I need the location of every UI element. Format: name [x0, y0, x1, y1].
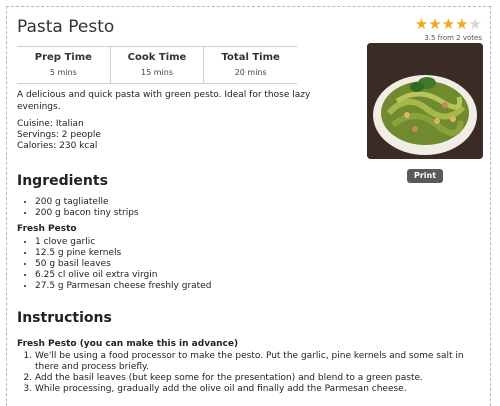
- star-icon[interactable]: ★: [442, 15, 455, 33]
- instruction-step: We'll be using a food processor to make …: [35, 351, 485, 373]
- time-value: 15 mins: [141, 68, 173, 77]
- pesto-ingredients-list: 1 clove garlic 12.5 g pine kernels 50 g …: [17, 237, 211, 292]
- recipe-card: Pasta Pesto ★★★★★ 3.5 from 2 votes Prep …: [6, 6, 491, 406]
- rating[interactable]: ★★★★★ 3.5 from 2 votes: [415, 17, 482, 43]
- ingredients-heading: Ingredients: [17, 173, 108, 189]
- ingredient-item: 12.5 g pine kernels: [35, 248, 211, 259]
- time-label: Cook Time: [127, 52, 187, 63]
- instructions-heading: Instructions: [17, 310, 112, 326]
- servings: Servings: 2 people: [17, 130, 101, 140]
- rating-stars[interactable]: ★★★★★: [415, 17, 482, 32]
- calories: Calories: 230 kcal: [17, 141, 98, 151]
- pesto-group-title: Fresh Pesto: [17, 224, 77, 234]
- star-half-icon[interactable]: ★: [455, 15, 468, 33]
- ingredient-item: 200 g tagliatelle: [35, 197, 139, 208]
- instructions-list: We'll be using a food processor to make …: [17, 351, 485, 395]
- rating-summary: 3.5 from 2 votes: [424, 34, 482, 42]
- star-empty-icon[interactable]: ★: [469, 15, 482, 33]
- ingredient-item: 50 g basil leaves: [35, 259, 211, 270]
- instruction-step: Add the basil leaves (but keep some for …: [35, 373, 485, 384]
- recipe-title: Pasta Pesto: [17, 17, 115, 37]
- recipe-description: A delicious and quick pasta with green p…: [17, 90, 311, 112]
- total-time: Total Time 20 mins: [204, 47, 297, 83]
- times-table: Prep Time 5 mins Cook Time 15 mins Total…: [17, 46, 297, 84]
- ingredient-item: 27.5 g Parmesan cheese freshly grated: [35, 281, 211, 292]
- time-label: Total Time: [221, 52, 280, 63]
- pasta-photo-illustration: [367, 43, 483, 159]
- star-icon[interactable]: ★: [415, 15, 428, 33]
- ingredient-item: 200 g bacon tiny strips: [35, 208, 139, 219]
- time-value: 20 mins: [234, 68, 267, 77]
- time-label: Prep Time: [34, 52, 92, 63]
- time-value: 5 mins: [49, 68, 77, 77]
- ingredients-list: 200 g tagliatelle 200 g bacon tiny strip…: [17, 197, 139, 219]
- print-button[interactable]: Print: [407, 169, 443, 183]
- prep-time: Prep Time 5 mins: [17, 47, 111, 83]
- star-icon[interactable]: ★: [428, 15, 441, 33]
- recipe-photo: [367, 43, 483, 159]
- cuisine: Cuisine: Italian: [17, 119, 84, 129]
- ingredient-item: 1 clove garlic: [35, 237, 211, 248]
- cook-time: Cook Time 15 mins: [111, 47, 205, 83]
- ingredient-item: 6.25 cl olive oil extra virgin: [35, 270, 211, 281]
- instructions-group-title: Fresh Pesto (you can make this in advanc…: [17, 339, 239, 349]
- recipe-meta: Cuisine: Italian Servings: 2 people Calo…: [17, 119, 101, 152]
- instruction-step: While processing, gradually add the oliv…: [35, 384, 485, 395]
